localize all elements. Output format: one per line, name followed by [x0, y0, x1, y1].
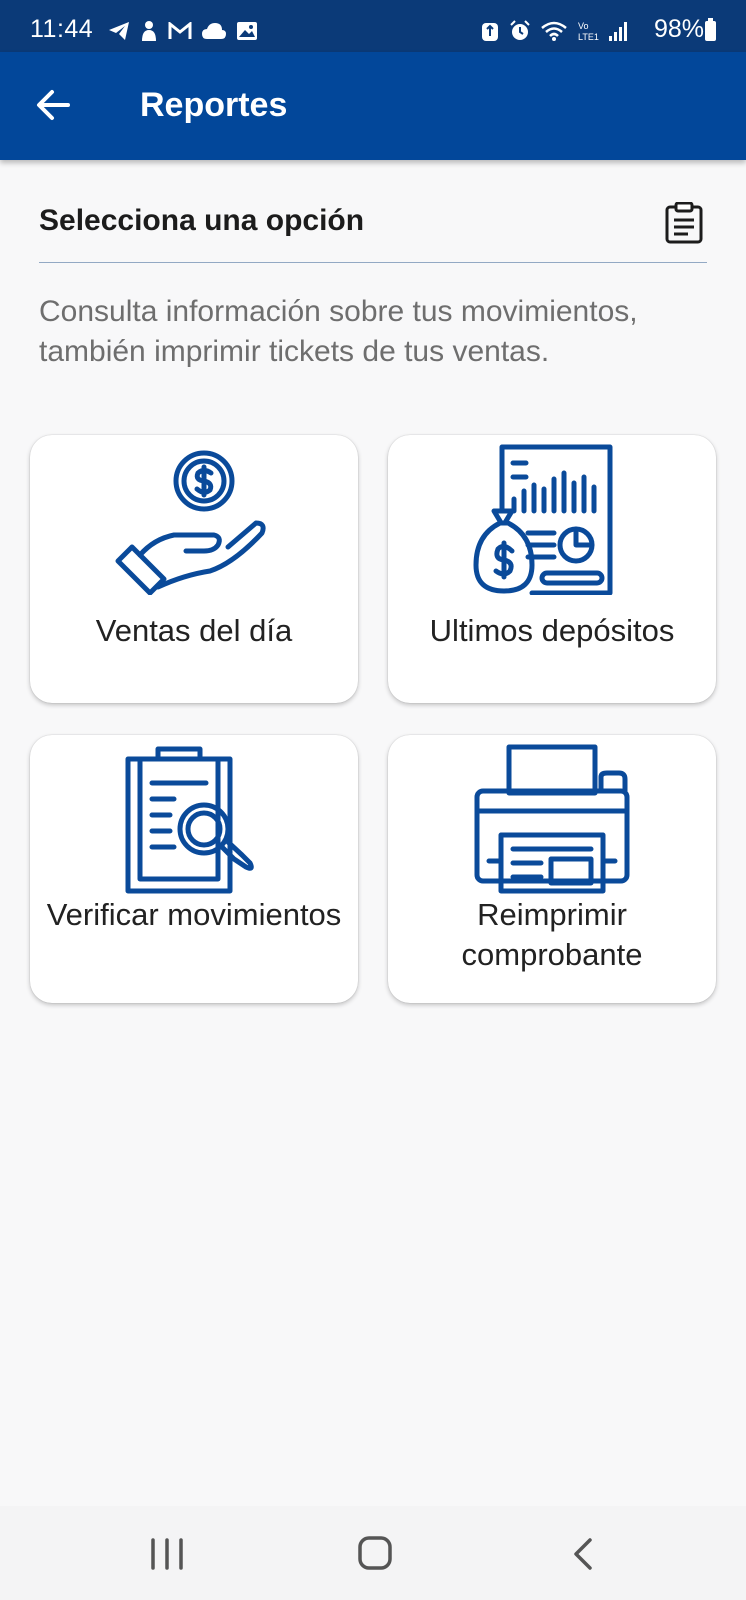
recents-icon[interactable] — [144, 1530, 190, 1576]
clipboard-icon[interactable] — [664, 202, 704, 244]
section-title: Selecciona una opción — [39, 204, 365, 237]
card-label: Reimprimir comprobante — [461, 897, 643, 972]
deposit-report-icon — [473, 444, 613, 595]
alarm-icon — [510, 20, 530, 40]
clipboard-search-icon — [125, 746, 254, 894]
latest-deposits-card[interactable]: Ultimos depósitos — [388, 435, 716, 703]
recycle-icon — [482, 23, 498, 41]
notification-icon — [142, 21, 156, 41]
printer-icon — [474, 744, 630, 894]
status-time: 11:44 — [30, 15, 94, 43]
signal-icon — [609, 22, 627, 41]
telegram-icon — [109, 22, 129, 40]
svg-text:Vo: Vo — [578, 21, 589, 31]
status-bar: 11:44 Vo LTE1 98% — [0, 0, 746, 52]
sales-of-day-card[interactable]: Ventas del día — [30, 435, 358, 703]
card-label: Verificar movimientos — [46, 897, 342, 932]
cloud-icon — [202, 23, 226, 39]
app-bar: Reportes — [0, 52, 746, 160]
hand-coin-icon — [115, 450, 266, 595]
gallery-icon — [237, 22, 257, 40]
reprint-receipt-card[interactable]: Reimprimir comprobante — [388, 735, 716, 1003]
card-label: Ultimos depósitos — [429, 613, 675, 648]
svg-text:LTE1: LTE1 — [578, 32, 599, 42]
back-icon[interactable] — [562, 1530, 608, 1576]
verify-movements-card[interactable]: Verificar movimientos — [30, 735, 358, 1003]
section-description: Consulta información sobre tus movimient… — [39, 295, 638, 368]
home-icon[interactable] — [352, 1530, 398, 1576]
volte-icon: VoLTE1 — [578, 21, 599, 42]
card-label: Ventas del día — [95, 613, 293, 648]
back-arrow-icon[interactable] — [32, 84, 74, 126]
system-nav-bar — [0, 1506, 746, 1600]
battery-icon — [705, 18, 716, 41]
gmail-icon — [168, 22, 192, 39]
battery-percent: 98% — [653, 15, 704, 43]
page-title: Reportes — [140, 86, 288, 124]
section-divider — [39, 262, 707, 263]
wifi-icon — [541, 21, 567, 41]
